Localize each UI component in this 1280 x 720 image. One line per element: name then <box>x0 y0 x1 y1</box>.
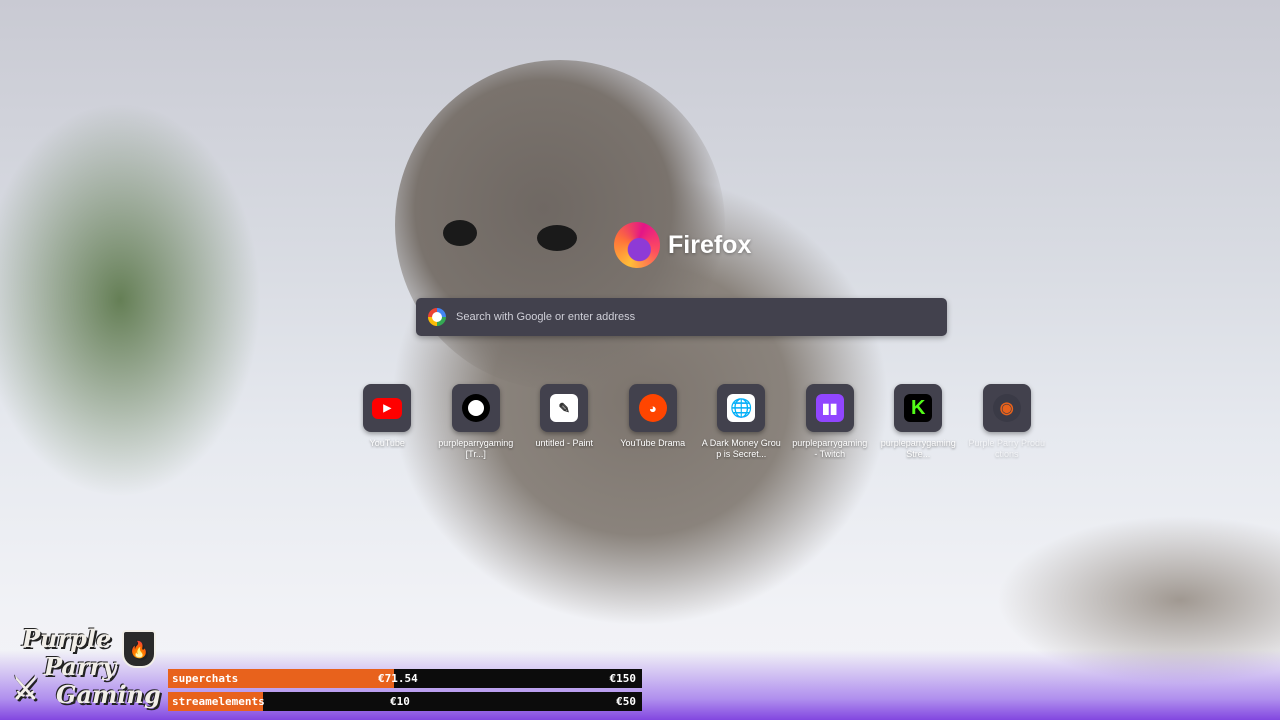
top-sites: ▶ YouTube purpleparrygaming [Tr...] ✎ un… <box>343 384 1051 460</box>
kick-icon: K <box>904 394 933 422</box>
stream-icon: ◉ <box>992 394 1021 422</box>
top-site-label: YouTube <box>369 438 405 448</box>
donation-goals: superchats €71.54 €150 streamelements €1… <box>168 669 642 715</box>
top-site-tile[interactable] <box>451 384 500 432</box>
logo-text-line: Gaming <box>56 680 161 709</box>
search-box[interactable] <box>416 298 947 336</box>
top-site-tile[interactable]: ▶ <box>363 384 412 432</box>
firefox-icon <box>614 222 660 268</box>
patreon-icon <box>461 394 490 422</box>
globe-page-icon: 🌐 <box>727 394 756 422</box>
goal-bar-streamelements: streamelements €10 €50 <box>168 692 642 711</box>
top-site-label: purpleparrygaming [Tr...] <box>438 438 514 459</box>
top-site-youtube-drama[interactable]: ◕ YouTube Drama <box>609 384 698 460</box>
paint-icon: ✎ <box>550 394 579 422</box>
top-site-label: untitled - Paint <box>535 438 594 448</box>
top-site-twitch[interactable]: ▮▮ purpleparrygaming - Twitch <box>786 384 875 460</box>
goal-name: streamelements <box>172 695 265 708</box>
firefox-logo: Firefox <box>614 222 751 268</box>
top-site-tile[interactable]: ✎ <box>540 384 589 432</box>
channel-logo: Purple Parry Gaming 🔥 ⚔ <box>4 622 166 718</box>
top-site-tile[interactable]: 🌐 <box>717 384 766 432</box>
goal-target: €50 <box>616 695 636 708</box>
google-icon <box>428 308 446 326</box>
goal-bar-superchats: superchats €71.54 €150 <box>168 669 642 688</box>
top-site-label: A Dark Money Group is Secret... <box>701 438 781 459</box>
top-site-paint[interactable]: ✎ untitled - Paint <box>520 384 609 460</box>
brand-name: Firefox <box>668 230 752 259</box>
logo-text-line: Parry <box>44 652 117 681</box>
top-site-kick[interactable]: K purpleparrygaming Stre... <box>874 384 963 460</box>
top-site-label: Purple Parry Productions <box>968 438 1046 459</box>
sword-icon: ⚔ <box>12 672 39 707</box>
goal-target: €150 <box>609 672 637 685</box>
top-site-stream[interactable]: ◉ Purple Parry Productions <box>963 384 1052 460</box>
top-site-tile[interactable]: ◉ <box>982 384 1031 432</box>
twitch-icon: ▮▮ <box>815 394 844 422</box>
top-site-tile[interactable]: ▮▮ <box>805 384 854 432</box>
top-site-youtube[interactable]: ▶ YouTube <box>343 384 432 460</box>
goal-current: €10 <box>390 695 410 708</box>
top-site-dark-money[interactable]: 🌐 A Dark Money Group is Secret... <box>697 384 786 460</box>
top-site-patreon[interactable]: purpleparrygaming [Tr...] <box>432 384 521 460</box>
logo-text-line: Purple <box>22 624 112 653</box>
search-input[interactable] <box>454 310 947 324</box>
top-site-label: YouTube Drama <box>620 438 686 448</box>
reddit-icon: ◕ <box>638 394 667 422</box>
top-site-label: purpleparrygaming Stre... <box>880 438 956 459</box>
youtube-icon: ▶ <box>372 397 403 419</box>
top-site-tile[interactable]: K <box>894 384 943 432</box>
goal-current: €71.54 <box>378 672 418 685</box>
top-site-label: purpleparrygaming - Twitch <box>792 438 868 459</box>
flame-shield-icon: 🔥 <box>122 630 156 668</box>
goal-name: superchats <box>172 672 239 685</box>
top-site-tile[interactable]: ◕ <box>628 384 677 432</box>
